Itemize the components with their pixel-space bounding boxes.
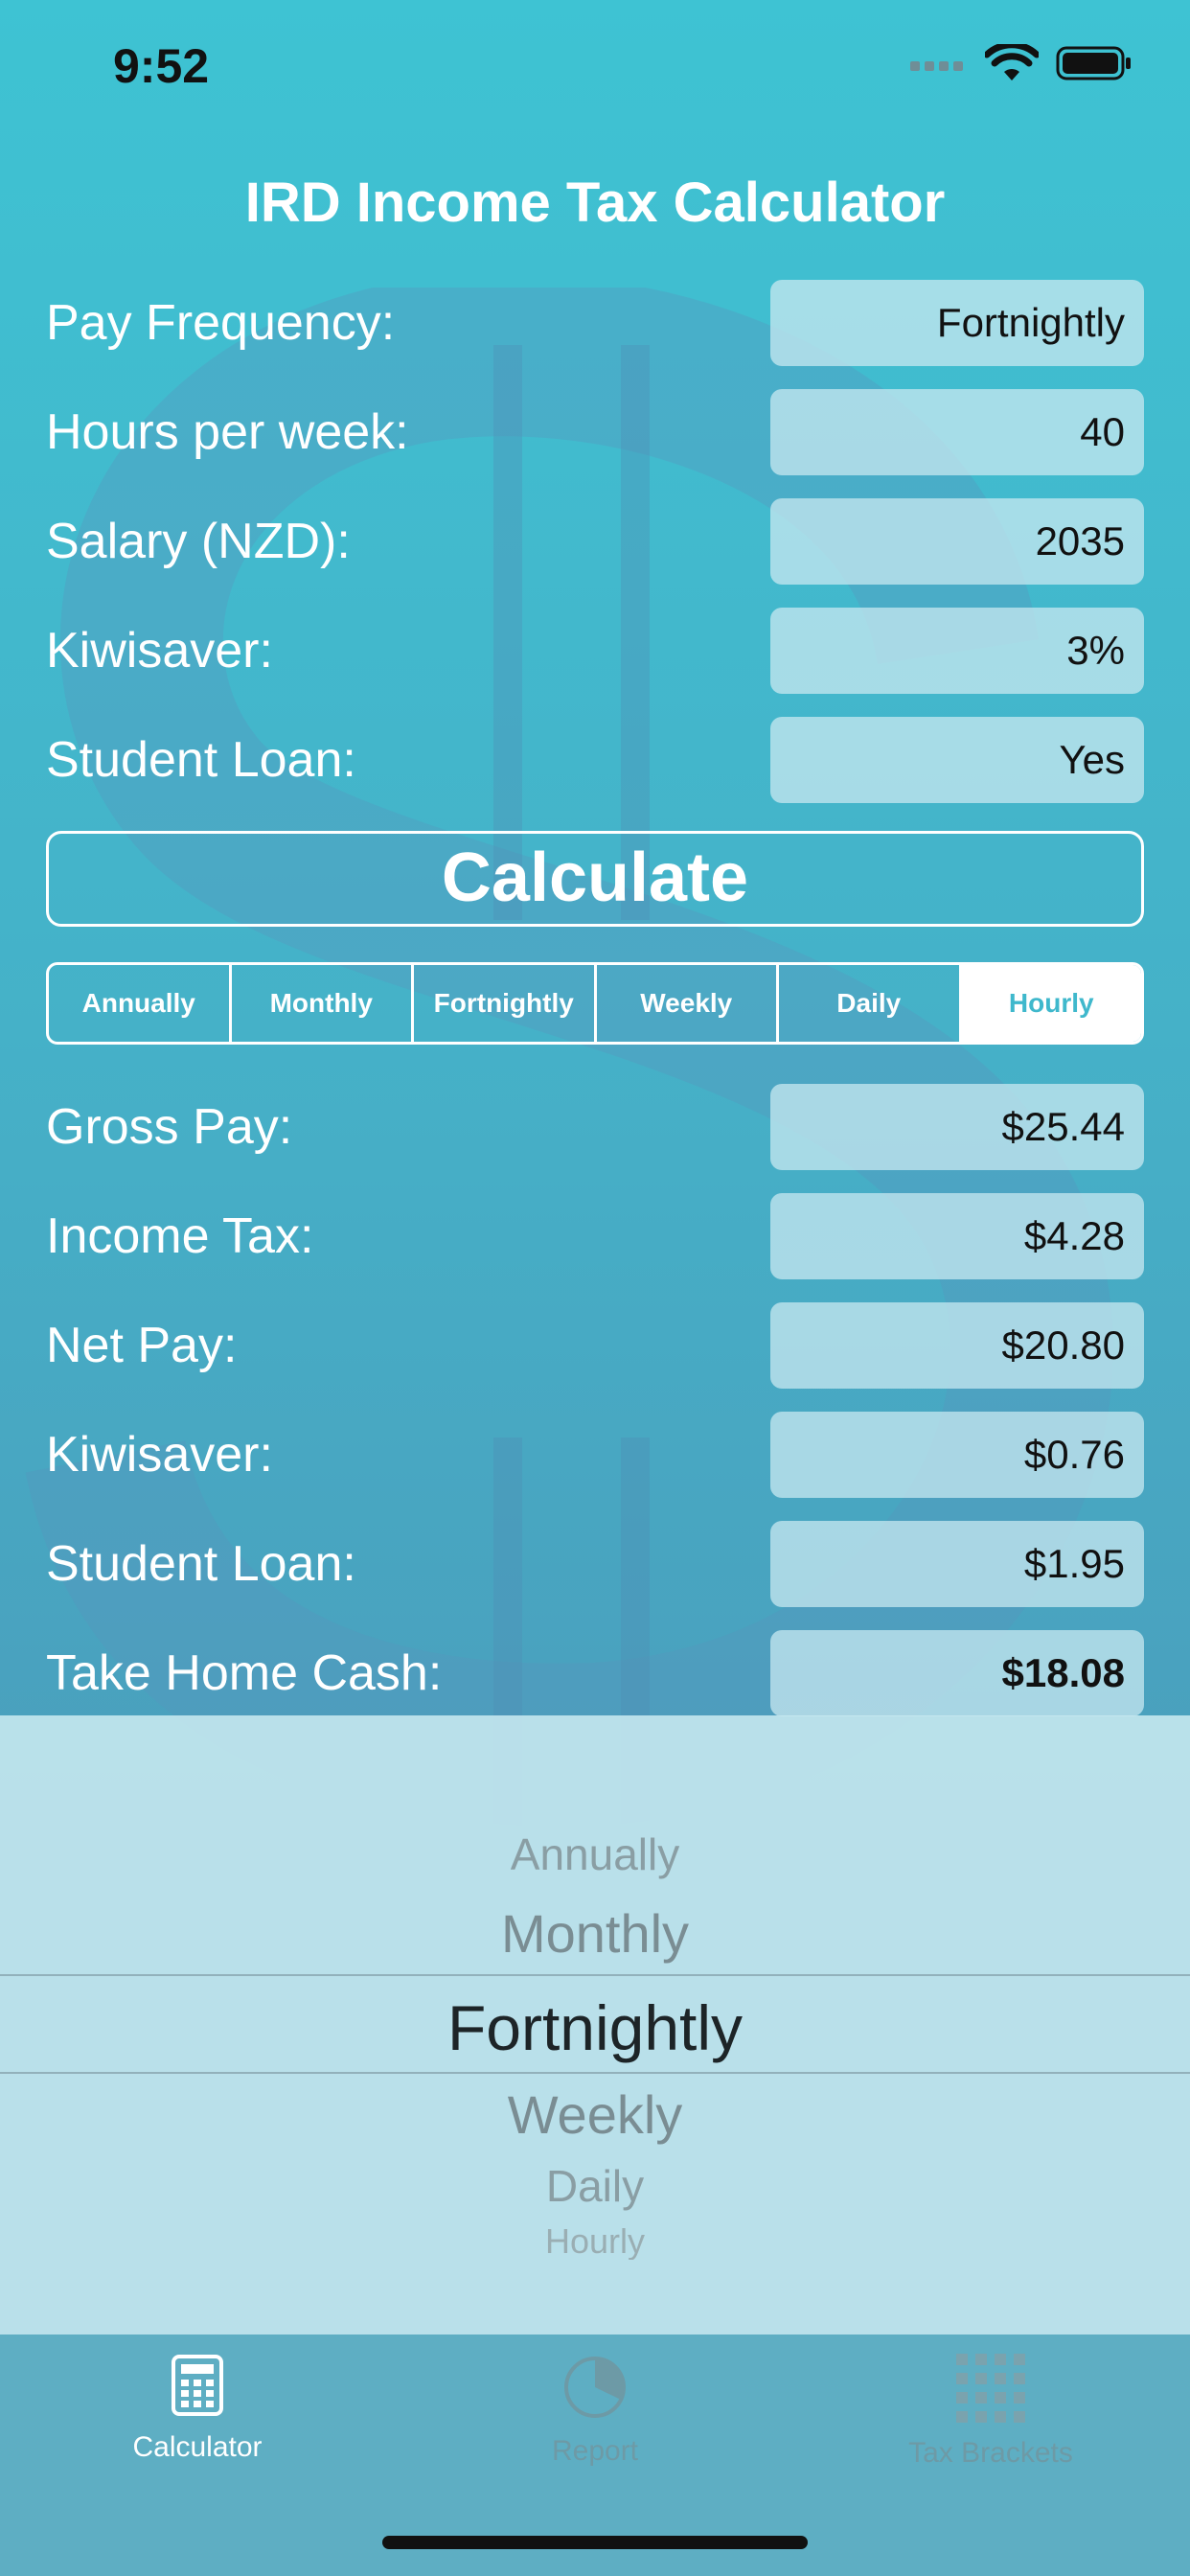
income-tax-value: $4.28 xyxy=(770,1193,1144,1279)
tab-calculator[interactable]: Calculator xyxy=(54,2354,341,2464)
page-title: IRD Income Tax Calculator xyxy=(244,172,946,234)
tab-tax-brackets-label: Tax Brackets xyxy=(908,2437,1073,2469)
kiwisaver-result-label: Kiwisaver: xyxy=(46,1427,273,1483)
status-icons xyxy=(910,44,1133,82)
segment-weekly[interactable]: Weekly xyxy=(597,965,779,1042)
tab-report[interactable]: Report xyxy=(451,2354,739,2468)
pay-frequency-label: Pay Frequency: xyxy=(46,295,396,351)
battery-icon xyxy=(1056,46,1131,80)
kiwisaver-input-label: Kiwisaver: xyxy=(46,623,273,678)
tab-tax-brackets[interactable]: Tax Brackets xyxy=(847,2354,1134,2470)
picker-option-fortnightly[interactable]: Fortnightly xyxy=(0,1991,1190,2064)
hours-per-week-row: Hours per week: 40 xyxy=(46,389,1144,475)
pay-frequency-field[interactable]: Fortnightly xyxy=(770,280,1144,366)
hours-per-week-label: Hours per week: xyxy=(46,404,409,460)
salary-label: Salary (NZD): xyxy=(46,514,351,569)
home-indicator[interactable] xyxy=(382,2536,808,2549)
segment-annually[interactable]: Annually xyxy=(49,965,232,1042)
take-home-cash-label: Take Home Cash: xyxy=(46,1645,443,1701)
kiwisaver-result-row: Kiwisaver: $0.76 xyxy=(46,1412,1144,1498)
calculate-button[interactable]: Calculate xyxy=(46,831,1144,927)
gross-pay-value: $25.44 xyxy=(770,1084,1144,1170)
status-time: 9:52 xyxy=(113,39,210,93)
segment-hourly[interactable]: Hourly xyxy=(961,965,1141,1042)
picker-option-weekly[interactable]: Weekly xyxy=(0,2083,1190,2146)
student-loan-result-value: $1.95 xyxy=(770,1521,1144,1607)
calculator-icon xyxy=(172,2355,223,2416)
gross-pay-row: Gross Pay: $25.44 xyxy=(46,1084,1144,1170)
student-loan-input-label: Student Loan: xyxy=(46,732,356,788)
hours-per-week-field[interactable]: 40 xyxy=(770,389,1144,475)
grid-icon xyxy=(956,2354,1025,2423)
student-loan-result-label: Student Loan: xyxy=(46,1536,356,1592)
segment-fortnightly[interactable]: Fortnightly xyxy=(414,965,597,1042)
kiwisaver-result-value: $0.76 xyxy=(770,1412,1144,1498)
net-pay-row: Net Pay: $20.80 xyxy=(46,1302,1144,1389)
student-loan-input-field[interactable]: Yes xyxy=(770,717,1144,803)
segment-monthly[interactable]: Monthly xyxy=(232,965,414,1042)
segment-daily[interactable]: Daily xyxy=(779,965,962,1042)
picker-option-monthly[interactable]: Monthly xyxy=(0,1902,1190,1965)
net-pay-label: Net Pay: xyxy=(46,1318,238,1373)
wifi-icon xyxy=(985,44,1039,80)
picker-option-annually[interactable]: Annually xyxy=(0,1828,1190,1880)
tab-report-label: Report xyxy=(551,2435,639,2467)
net-pay-value: $20.80 xyxy=(770,1302,1144,1389)
kiwisaver-input-row: Kiwisaver: 3% xyxy=(46,608,1144,694)
signal-icon xyxy=(910,61,963,71)
pay-frequency-picker[interactable]: Annually Monthly Fortnightly Weekly Dail… xyxy=(0,1715,1190,2334)
tab-calculator-label: Calculator xyxy=(132,2431,263,2463)
take-home-cash-row: Take Home Cash: $18.08 xyxy=(46,1630,1144,1716)
student-loan-result-row: Student Loan: $1.95 xyxy=(46,1521,1144,1607)
salary-row: Salary (NZD): 2035 xyxy=(46,498,1144,585)
student-loan-input-row: Student Loan: Yes xyxy=(46,717,1144,803)
income-tax-label: Income Tax: xyxy=(46,1208,314,1264)
picker-option-daily[interactable]: Daily xyxy=(0,2160,1190,2212)
take-home-cash-value: $18.08 xyxy=(770,1630,1144,1716)
income-tax-row: Income Tax: $4.28 xyxy=(46,1193,1144,1279)
kiwisaver-input-field[interactable]: 3% xyxy=(770,608,1144,694)
period-segmented-control: Annually Monthly Fortnightly Weekly Dail… xyxy=(46,962,1144,1045)
pie-chart-icon xyxy=(564,2357,626,2418)
gross-pay-label: Gross Pay: xyxy=(46,1099,293,1155)
status-bar: 9:52 xyxy=(0,0,1190,134)
picker-option-hourly[interactable]: Hourly xyxy=(0,2221,1190,2260)
salary-field[interactable]: 2035 xyxy=(770,498,1144,585)
pay-frequency-row: Pay Frequency: Fortnightly xyxy=(46,280,1144,366)
